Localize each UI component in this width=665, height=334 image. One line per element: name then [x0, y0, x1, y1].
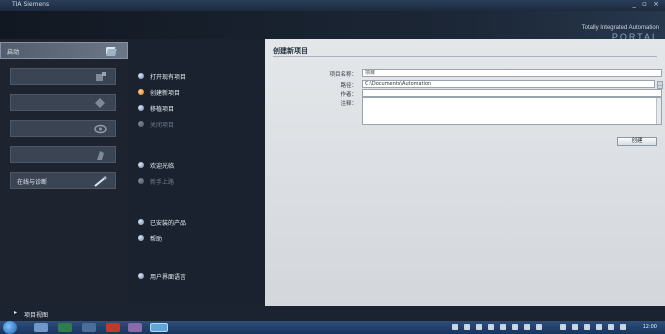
nav-item-label: 启动: [7, 49, 20, 56]
nav-item-devices[interactable]: [10, 68, 116, 85]
bullet-icon: [138, 219, 144, 225]
tray-icon[interactable]: [512, 324, 518, 330]
taskbar-app-icon[interactable]: [128, 323, 142, 332]
action-ui-language[interactable]: 用户界面语言: [138, 271, 258, 281]
tray-icon[interactable]: [464, 324, 470, 330]
comment-label: 注释：: [340, 101, 357, 107]
tray-icon[interactable]: [560, 324, 566, 330]
author-input[interactable]: [362, 89, 662, 97]
action-label: 打开现有项目: [150, 74, 187, 81]
taskbar-app-icon[interactable]: [34, 323, 48, 332]
app-title: TIA Siemens: [12, 1, 50, 8]
action-label: 新手上路: [150, 179, 175, 186]
nav-item-motion[interactable]: [10, 120, 116, 137]
windows-start-icon[interactable]: [3, 321, 17, 334]
bullet-icon: [138, 273, 144, 279]
action-label: 帮助: [150, 236, 163, 243]
comment-scrollbar[interactable]: [656, 98, 661, 124]
taskbar-active-app-icon[interactable]: [150, 323, 168, 332]
bullet-icon: [138, 73, 144, 79]
portal-footer: ▸ 项目视图: [0, 306, 665, 321]
divider: [273, 56, 657, 57]
tray-icon[interactable]: [524, 324, 530, 330]
taskbar-app-icon[interactable]: [58, 323, 72, 332]
start-icon: [106, 47, 117, 56]
bullet-icon: [138, 178, 144, 184]
nav-item-plc[interactable]: [10, 94, 116, 111]
tray-icon[interactable]: [488, 324, 494, 330]
project-name-label: 项目名称：: [329, 72, 357, 78]
action-label: 用户界面语言: [150, 274, 187, 281]
create-project-panel: 创建新项目 项目名称： 项目 路径： C:\Documents\Automati…: [265, 39, 665, 306]
comment-textarea[interactable]: [362, 97, 662, 125]
clock[interactable]: 12:00: [643, 324, 657, 330]
plc-icon: [95, 98, 105, 108]
tray-icon[interactable]: [572, 324, 578, 330]
action-list: 打开现有项目 创建新项目 移植项目 关闭项目 欢迎光临 新手上路 已安装的产品 …: [128, 39, 265, 306]
tray-icon[interactable]: [596, 324, 602, 330]
project-view-link[interactable]: 项目视图: [24, 310, 48, 319]
action-label: 创建新项目: [150, 90, 181, 97]
visualization-icon: [97, 151, 104, 160]
bullet-icon: [138, 105, 144, 111]
tray-icon[interactable]: [608, 324, 614, 330]
action-label: 已安装的产品: [150, 220, 187, 227]
brand-title: Totally Integrated Automation: [581, 25, 659, 31]
online-diagnostics-icon: [94, 176, 107, 187]
path-input[interactable]: C:\Documents\Automation: [362, 80, 655, 88]
devices-icon: [96, 72, 106, 81]
nav-item-online-diagnostics[interactable]: 在线与诊断: [10, 172, 116, 189]
bullet-icon: [138, 121, 144, 127]
author-label: 作者：: [340, 92, 357, 98]
bullet-icon: [138, 235, 144, 241]
action-help[interactable]: 帮助: [138, 233, 258, 243]
tray-icon[interactable]: [584, 324, 590, 330]
create-button[interactable]: 创建: [617, 137, 657, 146]
project-name-input[interactable]: 项目: [362, 69, 662, 77]
tray-icon[interactable]: [476, 324, 482, 330]
browse-button[interactable]: ...: [657, 81, 663, 89]
tray-icon[interactable]: [500, 324, 506, 330]
nav-item-start[interactable]: 启动: [0, 42, 128, 59]
action-first-steps: 新手上路: [138, 176, 258, 186]
action-installed-products[interactable]: 已安装的产品: [138, 217, 258, 227]
action-label: 欢迎光临: [150, 163, 175, 170]
action-open-project[interactable]: 打开现有项目: [138, 71, 258, 81]
tray-icon[interactable]: [452, 324, 458, 330]
panel-title: 创建新项目: [273, 47, 308, 55]
action-close-project: 关闭项目: [138, 119, 258, 129]
portal-header: Totally Integrated Automation PORTAL: [0, 11, 665, 42]
path-label: 路径：: [340, 83, 357, 89]
action-label: 关闭项目: [150, 122, 175, 129]
portal-nav: 启动 在线与诊断: [0, 39, 128, 306]
taskbar-app-icon[interactable]: [82, 323, 96, 332]
title-bar: TIA Siemens _ ▫ ×: [0, 0, 665, 11]
bullet-icon: [138, 162, 144, 168]
chevron-right-icon: ▸: [14, 309, 18, 316]
tray-icon[interactable]: [620, 324, 626, 330]
taskbar-app-icon[interactable]: [106, 323, 120, 332]
action-label: 移植项目: [150, 106, 175, 113]
motion-icon: [94, 124, 107, 134]
tray-icon[interactable]: [536, 324, 542, 330]
nav-item-label: 在线与诊断: [17, 179, 48, 186]
taskbar: 12:00: [0, 321, 665, 334]
bullet-icon: [138, 89, 144, 95]
action-welcome[interactable]: 欢迎光临: [138, 160, 258, 170]
action-create-project[interactable]: 创建新项目: [138, 87, 258, 97]
action-migrate-project[interactable]: 移植项目: [138, 103, 258, 113]
nav-item-visualization[interactable]: [10, 146, 116, 163]
window-controls[interactable]: _ ▫ ×: [632, 0, 661, 8]
